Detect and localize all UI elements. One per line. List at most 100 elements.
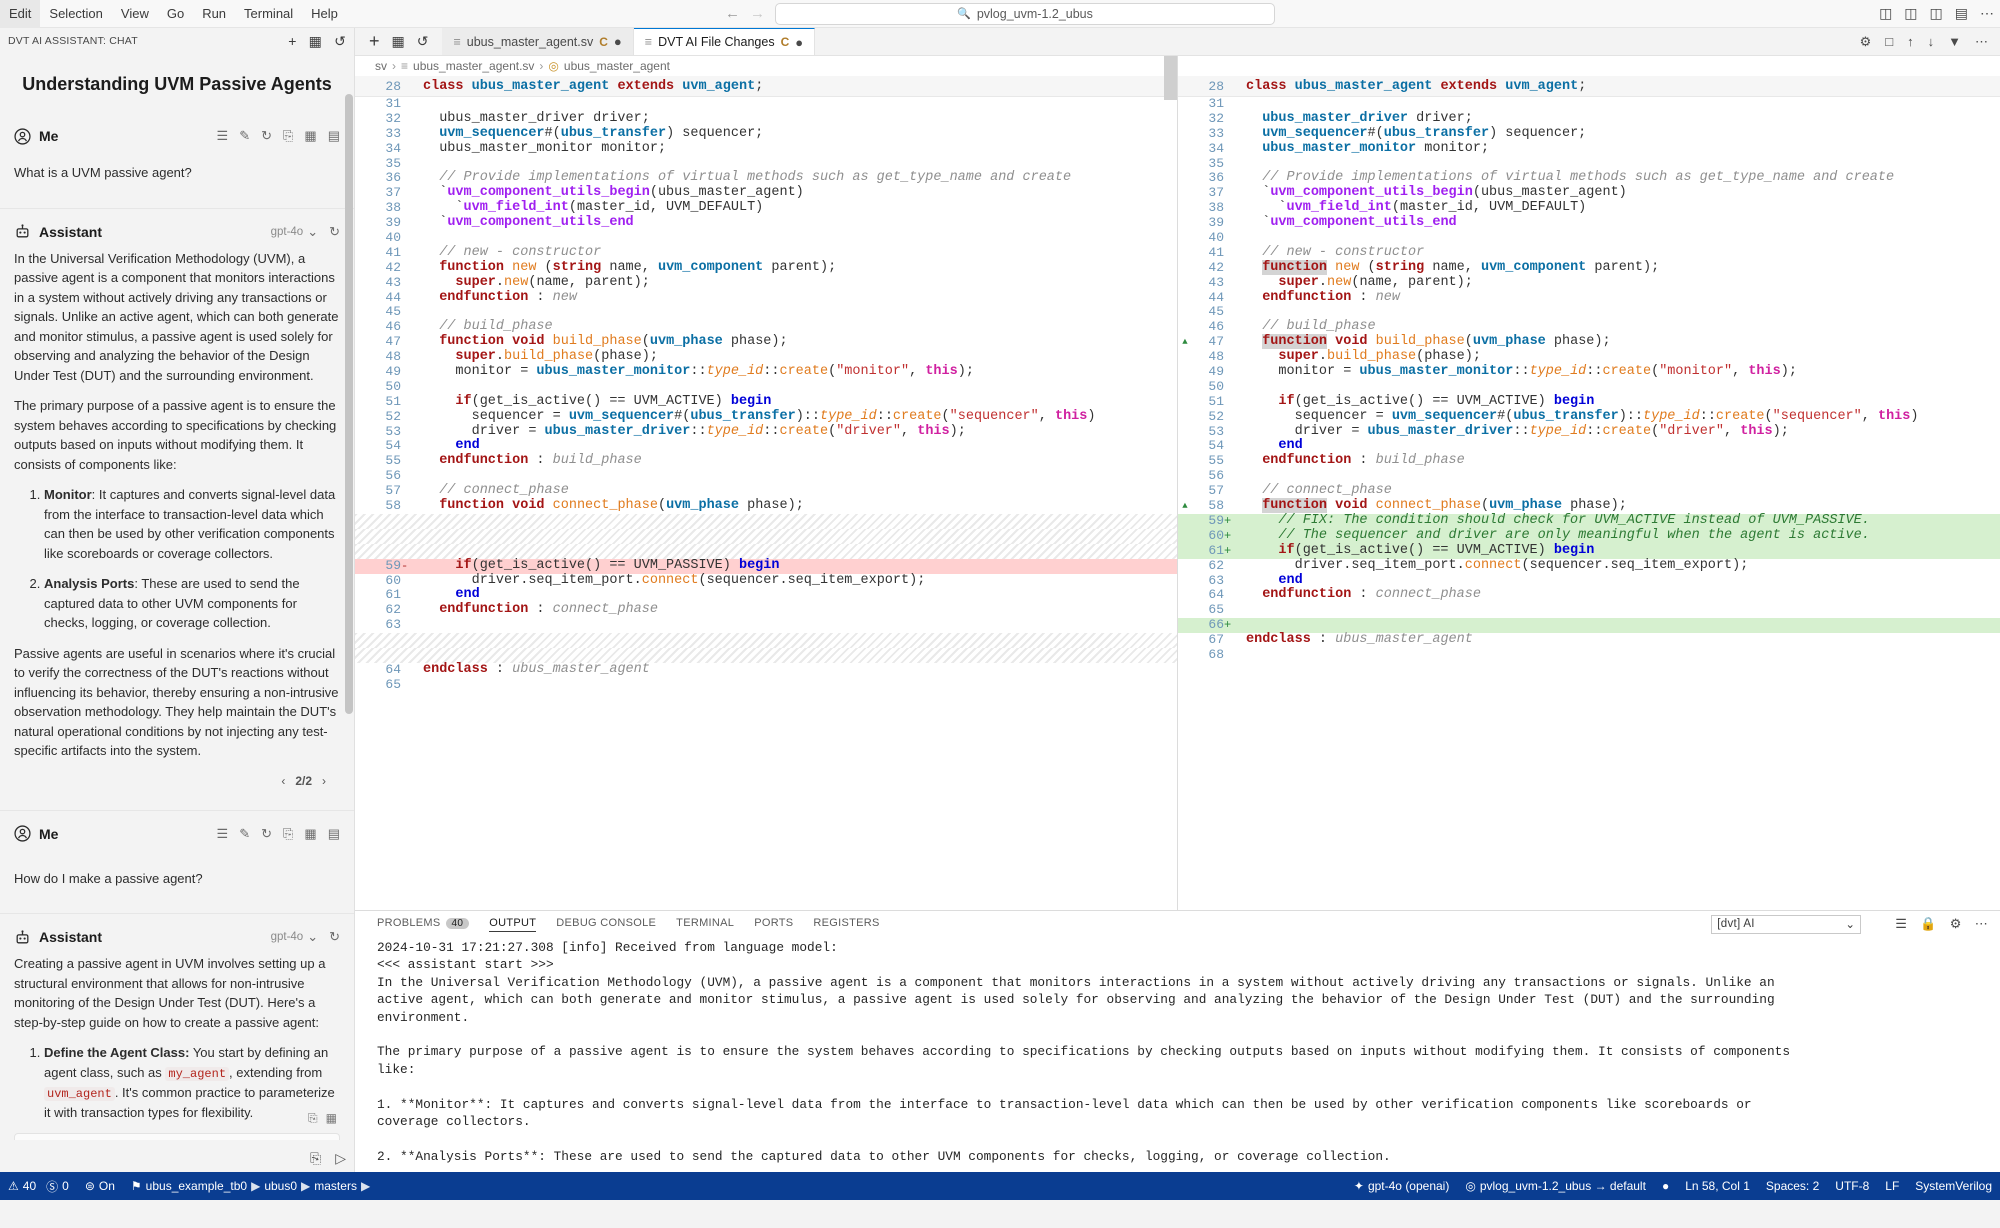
arrow-down-icon[interactable]: ↓ [1928,34,1935,49]
chat-messages-scroll[interactable]: Understanding UVM Passive Agents Me ☰ ✎ … [0,54,354,1140]
layout-panel-left-icon[interactable]: ◫ [1879,5,1892,22]
code-line-row[interactable]: 68 [1178,648,2000,663]
panel-tab-problems[interactable]: PROBLEMS40 [377,917,469,931]
code-line-row[interactable]: 47 function void build_phase(uvm_phase p… [355,335,1177,350]
code-line-row[interactable]: 43 super.new(name, parent); [355,276,1177,291]
code-line-row[interactable]: 58 function void connect_phase(uvm_phase… [355,499,1177,514]
code-line-row[interactable]: 36 // Provide implementations of virtual… [1178,171,2000,186]
code-line-row[interactable]: 64endclass : ubus_master_agent [355,663,1177,678]
code-line-row[interactable]: 67endclass : ubus_master_agent [1178,633,2000,648]
insert-icon[interactable]: ▦ [326,1110,337,1128]
code-line-row[interactable]: 55 endfunction : build_phase [355,454,1177,469]
diff-pane-original[interactable]: sv › ≡ ubus_master_agent.sv › ◎ ubus_mas… [355,56,1178,910]
code-line-row[interactable]: 62 driver.seq_item_port.connect(sequence… [1178,559,2000,574]
code-line-row[interactable]: 64 endfunction : connect_phase [1178,588,2000,603]
insert-icon[interactable]: ☰ [217,128,229,144]
tab-ubus-master-agent[interactable]: ≡ ubus_master_agent.sv C ● [442,28,633,55]
lock-scroll-icon[interactable]: 🔒 [1920,916,1937,932]
code-line-row[interactable]: 56 [1178,469,2000,484]
retry-icon[interactable]: ↻ [329,224,340,240]
insert-icon[interactable]: ☰ [217,826,229,842]
filter-icon[interactable]: ▼ [1948,34,1961,49]
split-icon[interactable]: □ [1885,34,1893,49]
pager-prev-button[interactable]: ‹ [281,774,285,788]
menu-item-edit[interactable]: Edit [0,0,40,28]
layout-grid-icon[interactable]: ▤ [1955,5,1968,22]
code-line-row[interactable]: 59+ // FIX: The condition should check f… [1178,514,2000,529]
code-line-row[interactable]: 62 endfunction : connect_phase [355,603,1177,618]
quick-open-input[interactable]: 🔍 pvlog_uvm-1.2_ubus [775,3,1275,25]
code-line-row[interactable]: 60+ // The sequencer and driver are only… [1178,529,2000,544]
menu-item-help[interactable]: Help [302,0,347,28]
code-line-row[interactable]: 59- if(get_is_active() == UVM_PASSIVE) b… [355,559,1177,574]
code-line-row[interactable]: 31 [355,97,1177,112]
code-line-row[interactable]: 65 [355,678,1177,693]
code-line-row[interactable]: 56 [355,469,1177,484]
split-editor-icon[interactable]: ▦ [392,33,405,50]
code-line-row[interactable]: 54 end [355,439,1177,454]
code-line-row[interactable]: 52 sequencer = uvm_sequencer#(ubus_trans… [355,410,1177,425]
code-line-row[interactable]: 33 uvm_sequencer#(ubus_transfer) sequenc… [355,127,1177,142]
panel-tab-ports[interactable]: PORTS [754,917,793,931]
code-line-row[interactable]: 38 `uvm_field_int(master_id, UVM_DEFAULT… [1178,201,2000,216]
chat-scrollbar-thumb[interactable] [345,94,353,714]
status-indentation[interactable]: Spaces: 2 [1758,1172,1827,1200]
diff-pane-modified[interactable]: 28 class ubus_master_agent extends uvm_a… [1178,56,2000,910]
code-lines-original[interactable]: 3132 ubus_master_driver driver;33 uvm_se… [355,97,1177,693]
status-problems[interactable]: ⚠ 40 Ⓢ 0 [0,1172,77,1200]
layout-panel-bottom-icon[interactable]: ◫ [1904,5,1917,22]
panel-tab-debug-console[interactable]: DEBUG CONSOLE [556,917,656,931]
fold-marker-icon[interactable]: ▲ [1178,335,1192,350]
code-line-row[interactable]: 37 `uvm_component_utils_begin(ubus_maste… [355,186,1177,201]
status-sync[interactable]: ● [1654,1172,1677,1200]
code-line-row[interactable]: 41 // new - constructor [355,246,1177,261]
code-line-row[interactable]: 40 [1178,231,2000,246]
code-line-row[interactable]: 34 ubus_master_monitor monitor; [355,142,1177,157]
breadcrumb-file[interactable]: ubus_master_agent.sv [413,59,534,73]
code-line-row[interactable]: 53 driver = ubus_master_driver::type_id:… [1178,425,2000,440]
chevron-down-icon[interactable]: ⌄ [307,224,318,240]
code-line-row[interactable]: 42 function new (string name, uvm_compon… [355,261,1177,276]
restore-icon[interactable]: ↺ [334,33,346,50]
panel-tab-terminal[interactable]: TERMINAL [676,917,734,931]
code-line-row[interactable]: 50 [355,380,1177,395]
chevron-down-icon[interactable]: ⌄ [307,929,318,945]
dirty-indicator-icon[interactable]: ● [614,34,622,49]
clear-output-icon[interactable]: ☰ [1895,916,1907,932]
code-line-row[interactable]: 32 ubus_master_driver driver; [355,112,1177,127]
apply-icon[interactable]: ▤ [328,128,340,144]
save-icon[interactable]: ▦ [304,128,316,144]
copy-icon[interactable]: ⎘ [308,1110,318,1128]
history-icon[interactable]: ↺ [417,33,429,50]
code-line-row[interactable]: 57 // connect_phase [1178,484,2000,499]
code-line-row[interactable]: 60 driver.seq_item_port.connect(sequence… [355,574,1177,589]
code-line-row[interactable]: 48 super.build_phase(phase); [1178,350,2000,365]
code-line-row[interactable]: 49 monitor = ubus_master_monitor::type_i… [355,365,1177,380]
code-line-row[interactable]: 33 uvm_sequencer#(ubus_transfer) sequenc… [1178,127,2000,142]
menu-item-run[interactable]: Run [193,0,235,28]
code-line-row[interactable]: 51 if(get_is_active() == UVM_ACTIVE) beg… [355,395,1177,410]
code-line-row[interactable]: 63 [355,618,1177,633]
code-line-row[interactable]: 38 `uvm_field_int(master_id, UVM_DEFAULT… [355,201,1177,216]
arrow-up-icon[interactable]: ↑ [1907,34,1914,49]
breadcrumb-symbol[interactable]: ubus_master_agent [564,59,670,73]
settings-gear-icon[interactable]: ⚙ [1950,916,1962,932]
code-line-row[interactable]: 44 endfunction : new [355,291,1177,306]
code-line-row[interactable]: 46 // build_phase [355,320,1177,335]
panel-tab-output[interactable]: OUTPUT [489,917,536,932]
code-line-row[interactable]: 61 end [355,588,1177,603]
code-line-row[interactable]: 66+ [1178,618,2000,633]
new-chat-icon[interactable]: + [288,33,296,49]
output-channel-select[interactable]: [dvt] AI ⌄ [1711,915,1861,934]
code-line-row[interactable]: 45 [355,305,1177,320]
status-scope-breadcrumb[interactable]: ⚑ ubus_example_tb0 ▶ ubus0 ▶ masters ▶ [123,1172,378,1200]
save-icon[interactable]: ▦ [304,826,316,842]
code-line-row[interactable]: 39 `uvm_component_utils_end [355,216,1177,231]
code-line-row[interactable]: 42 function new (string name, uvm_compon… [1178,261,2000,276]
code-line-row[interactable]: 41 // new - constructor [1178,246,2000,261]
code-line-row[interactable]: 49 monitor = ubus_master_monitor::type_i… [1178,365,2000,380]
menu-item-go[interactable]: Go [158,0,193,28]
forward-arrow-icon[interactable]: → [750,5,765,22]
status-encoding[interactable]: UTF-8 [1827,1172,1877,1200]
code-line-row[interactable]: 37 `uvm_component_utils_begin(ubus_maste… [1178,186,2000,201]
